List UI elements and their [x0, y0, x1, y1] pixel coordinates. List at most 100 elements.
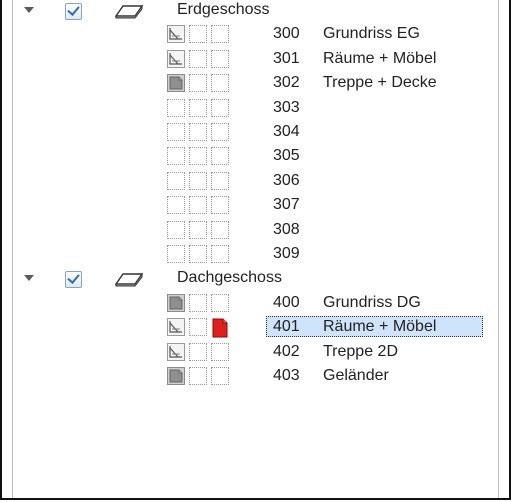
sheet-row[interactable]: 309 [2, 244, 509, 268]
icon-slot[interactable] [211, 98, 229, 117]
layer-icon [114, 271, 144, 292]
icon-slot[interactable] [167, 196, 185, 215]
document-icon [167, 367, 185, 385]
icon-slot[interactable] [211, 147, 229, 166]
sheet-row[interactable]: 304 [2, 122, 509, 146]
sheet-row[interactable]: 301 Räume + Möbel [2, 49, 509, 73]
sheet-number: 305 [273, 147, 300, 165]
icon-slot[interactable] [189, 98, 207, 117]
group-label: Erdgeschoss [177, 1, 270, 18]
sheet-row[interactable]: 307 [2, 195, 509, 219]
sheet-row[interactable]: 400 Grundriss DG [2, 293, 509, 317]
sheet-name: Grundriss DG [323, 293, 421, 311]
icon-slot[interactable] [189, 74, 207, 93]
icon-slot[interactable] [189, 49, 207, 68]
visibility-checkbox[interactable] [65, 3, 82, 20]
sheet-number: 302 [273, 74, 300, 92]
group-row[interactable]: Dachgeschoss [2, 268, 509, 292]
sheet-row[interactable]: 308 [2, 220, 509, 244]
sheet-name: Geländer [323, 367, 389, 384]
sheet-icons [167, 49, 233, 70]
icon-slot[interactable] [189, 171, 207, 190]
icon-slot[interactable] [211, 74, 229, 93]
sheet-row[interactable]: 403 Geländer [2, 366, 509, 390]
sheet-row[interactable]: 302 Treppe + Decke [2, 73, 509, 97]
icon-slot[interactable] [211, 123, 229, 141]
icon-slot[interactable] [189, 293, 207, 312]
sheet-row[interactable]: 402 Treppe 2D [2, 342, 509, 366]
plan-icon [167, 342, 185, 361]
icon-slot[interactable] [167, 367, 185, 385]
sheet-number: 306 [273, 171, 300, 189]
sheet-icons [167, 123, 233, 143]
red-document-icon [211, 318, 229, 338]
sheet-number: 304 [273, 123, 300, 140]
sheet-number: 308 [273, 220, 300, 238]
sheet-row[interactable]: 300 Grundriss EG [2, 24, 509, 48]
chevron-down-icon[interactable] [24, 275, 34, 282]
plan-icon [167, 49, 185, 68]
sheet-name: Räume + Möbel [323, 49, 437, 67]
icon-slot[interactable] [211, 220, 229, 239]
icon-slot[interactable] [189, 367, 207, 385]
sheet-number: 303 [273, 98, 300, 116]
icon-slot[interactable] [211, 196, 229, 215]
icon-slot[interactable] [211, 171, 229, 190]
sheet-row[interactable]: 303 [2, 98, 509, 122]
sheet-name: Treppe 2D [323, 342, 398, 360]
icon-slot[interactable] [189, 123, 207, 141]
sheet-icons [167, 367, 233, 387]
sheet-icons [167, 293, 233, 314]
sheet-number: 300 [273, 25, 300, 43]
icon-slot[interactable] [189, 196, 207, 215]
icon-slot[interactable] [211, 49, 229, 68]
sheet-name: Treppe + Decke [323, 74, 437, 92]
icon-slot[interactable] [167, 25, 185, 44]
icon-slot[interactable] [211, 367, 229, 385]
icon-slot[interactable] [167, 147, 185, 166]
icon-slot[interactable] [167, 220, 185, 239]
icon-slot[interactable] [189, 342, 207, 361]
icon-slot[interactable] [167, 74, 185, 93]
icon-slot[interactable] [211, 342, 229, 361]
icon-slot[interactable] [167, 171, 185, 190]
group-row[interactable]: Erdgeschoss [2, 0, 509, 24]
sheet-row[interactable]: 305 [2, 146, 509, 170]
icon-slot[interactable] [211, 25, 229, 44]
icon-slot[interactable] [167, 318, 185, 337]
checkmark-icon [67, 271, 80, 285]
sheet-number: 403 [273, 367, 300, 384]
icon-slot[interactable] [167, 293, 185, 312]
plan-icon [167, 318, 185, 337]
icon-slot[interactable] [189, 25, 207, 44]
sheet-row[interactable]: 401 Räume + Möbel [2, 316, 509, 341]
sheet-number: 309 [273, 245, 300, 262]
sheet-icons [167, 318, 233, 338]
icon-slot[interactable] [189, 245, 207, 263]
sheet-icons [167, 74, 233, 94]
icon-slot[interactable] [167, 98, 185, 117]
icon-slot[interactable] [211, 293, 229, 312]
sheet-icons [167, 25, 233, 45]
sheet-name: Räume + Möbel [323, 318, 437, 336]
icon-slot[interactable] [211, 245, 229, 263]
sheet-number: 301 [273, 49, 300, 67]
icon-slot[interactable] [167, 342, 185, 361]
chevron-down-icon[interactable] [24, 7, 34, 13]
document-icon [167, 74, 185, 93]
icon-slot[interactable] [167, 123, 185, 141]
layer-icon [114, 3, 144, 24]
sheet-icons [167, 147, 233, 167]
icon-slot[interactable] [189, 220, 207, 239]
icon-slot[interactable] [189, 318, 207, 337]
icon-slot[interactable] [167, 49, 185, 68]
sheet-number: 402 [273, 342, 300, 360]
icon-slot[interactable] [167, 245, 185, 263]
sheet-number: 401 [273, 318, 300, 336]
sheet-icons [167, 171, 233, 192]
sheet-row[interactable]: 306 [2, 171, 509, 195]
sheet-number: 400 [273, 293, 300, 311]
icon-slot[interactable] [211, 318, 229, 338]
icon-slot[interactable] [189, 147, 207, 166]
visibility-checkbox[interactable] [65, 271, 82, 289]
